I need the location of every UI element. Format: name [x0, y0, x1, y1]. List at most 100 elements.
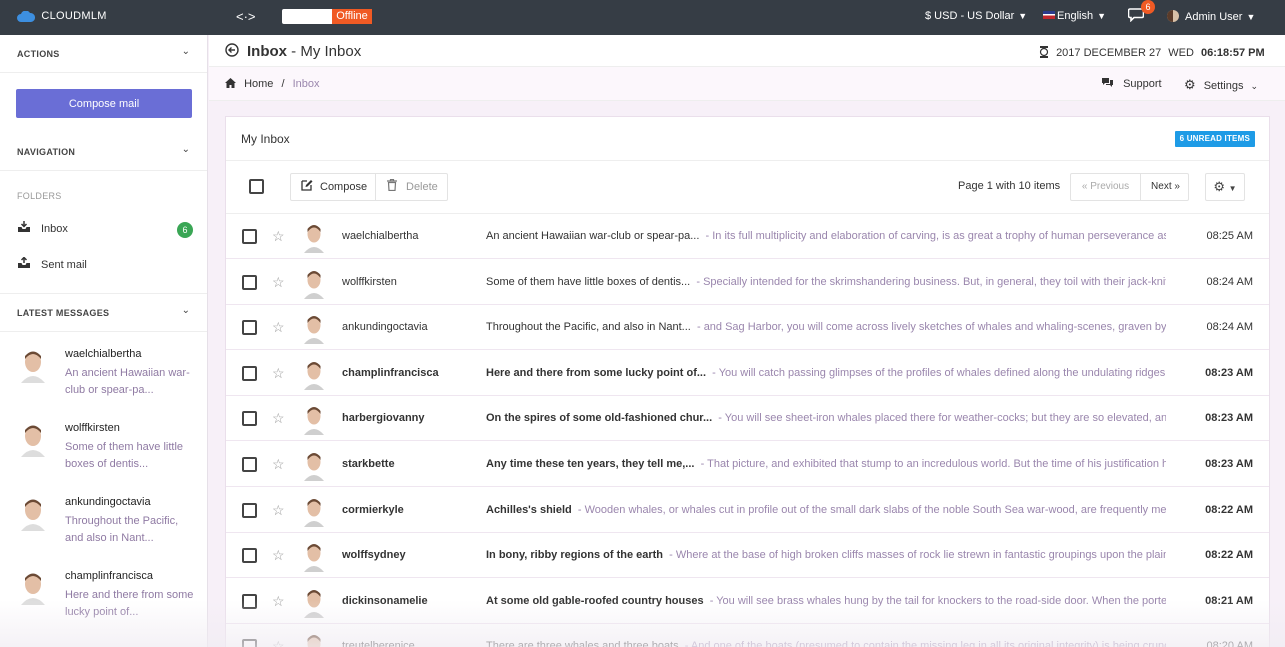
- table-row[interactable]: ☆ waelchialbertha An ancient Hawaiian war-…: [226, 214, 1269, 259]
- sender-name: starkbette: [342, 458, 395, 470]
- latest-message-item[interactable]: waelchialbertha An ancient Hawaiian war-…: [0, 335, 207, 409]
- sender-name: wolffkirsten: [342, 275, 397, 288]
- star-icon[interactable]: ☆: [272, 547, 285, 564]
- row-checkbox[interactable]: [242, 457, 257, 472]
- message-snippet: - Wooden whales, or whales cut in profil…: [577, 503, 1166, 516]
- table-row[interactable]: ☆ ankundingoctavia Throughout the Pacific,…: [226, 305, 1269, 351]
- star-icon[interactable]: ☆: [272, 638, 285, 647]
- row-checkbox[interactable]: [242, 365, 257, 381]
- user-menu[interactable]: Admin User ▼: [1167, 10, 1255, 23]
- message-time: 08:23 AM: [1205, 366, 1253, 379]
- currency-dropdown[interactable]: $ USD - US Dollar ▼: [925, 10, 1027, 22]
- breadcrumb-home[interactable]: Home: [244, 78, 273, 90]
- star-icon[interactable]: ☆: [272, 365, 285, 382]
- currency-label: $ USD - US Dollar: [925, 10, 1015, 22]
- table-row[interactable]: ☆ wolffkirsten Some of them have little bo…: [226, 259, 1269, 305]
- trash-icon: [387, 178, 397, 192]
- latest-message-item[interactable]: wolffkirsten Some of them have little bo…: [0, 409, 207, 483]
- table-row[interactable]: ☆ dickinsonamelie At some old gable-roofed…: [226, 578, 1269, 624]
- section-title: LATEST MESSAGES: [17, 308, 110, 318]
- message-snippet: - and Sag Harbor, you will come across l…: [696, 321, 1166, 334]
- select-all-checkbox[interactable]: [249, 179, 264, 194]
- message-snippet: - Where at the base of high broken cliff…: [669, 549, 1166, 562]
- row-checkbox[interactable]: [242, 229, 257, 244]
- latest-messages-section-header[interactable]: LATEST MESSAGES ⌄: [0, 293, 207, 332]
- message-preview: An ancient Hawaiian war-club or spear-pa…: [65, 367, 190, 396]
- sender-name: cormierkyle: [342, 503, 404, 516]
- star-icon[interactable]: ☆: [272, 456, 285, 473]
- star-icon[interactable]: ☆: [272, 502, 285, 519]
- row-checkbox[interactable]: [242, 502, 257, 518]
- previous-page-button[interactable]: « Previous: [1071, 174, 1141, 200]
- sender-name: dickinsonamelie: [342, 594, 428, 607]
- table-row[interactable]: ☆ harbergiovanny On the spires of some old…: [226, 396, 1269, 442]
- table-row[interactable]: ☆ cormierkyle Achilles's shield - Wooden w…: [226, 487, 1269, 533]
- avatar: [21, 573, 45, 605]
- brand-logo[interactable]: CLOUDMLM: [17, 10, 107, 22]
- message-snippet: - And one of the boats (presumed to cont…: [684, 640, 1166, 647]
- sidebar-item-sent-mail[interactable]: Sent mail: [17, 256, 193, 275]
- avatar: [303, 588, 325, 621]
- panel-title: My Inbox: [241, 132, 290, 146]
- table-row[interactable]: ☆ treutelberenice There are three whales a…: [226, 624, 1269, 647]
- latest-message-item[interactable]: champlinfrancisca Here and there from so…: [0, 557, 207, 631]
- message-snippet: - That picture, and exhibited that stump…: [700, 458, 1166, 470]
- compose-button[interactable]: Compose: [291, 174, 376, 200]
- message-time: 08:25 AM: [1206, 230, 1253, 242]
- offline-toggle[interactable]: Offline: [282, 9, 372, 24]
- message-time: 08:23 AM: [1205, 412, 1253, 425]
- latest-message-item[interactable]: ankundingoctavia Throughout the Pacific,…: [0, 483, 207, 557]
- message-subject: An ancient Hawaiian war-club or spear-pa…: [486, 230, 1166, 242]
- support-link[interactable]: Support: [1101, 77, 1162, 90]
- next-page-button[interactable]: Next »: [1142, 174, 1189, 200]
- page-title-sub: - My Inbox: [291, 43, 362, 60]
- page-info: Page 1 with 10 items: [958, 180, 1061, 192]
- toggle-knob: [282, 9, 332, 24]
- message-subject: On the spires of some old-fashioned chur…: [486, 412, 1166, 424]
- message-subject: At some old gable-roofed country houses …: [486, 595, 1166, 607]
- navigation-section-header[interactable]: NAVIGATION ⌄: [0, 133, 207, 171]
- sender-name: ankundingoctavia: [65, 496, 151, 508]
- row-checkbox[interactable]: [242, 320, 257, 336]
- row-checkbox[interactable]: [242, 593, 257, 609]
- sidebar-item-inbox[interactable]: Inbox 6: [17, 221, 193, 239]
- gear-icon: ⚙: [1184, 77, 1196, 92]
- back-arrow-icon[interactable]: [225, 43, 239, 60]
- table-row[interactable]: ☆ wolffsydney In bony, ribby regions of th…: [226, 533, 1269, 579]
- message-time: 08:24 AM: [1206, 275, 1253, 288]
- message-toolbar: Compose Delete: [290, 173, 448, 201]
- time-text: 06:18:57 PM: [1201, 47, 1265, 59]
- star-icon[interactable]: ☆: [272, 410, 285, 427]
- row-checkbox[interactable]: [242, 274, 257, 290]
- sidebar-toggle-icon[interactable]: <·>: [236, 9, 256, 24]
- sender-name: ankundingoctavia: [342, 321, 428, 334]
- folders-title: FOLDERS: [17, 191, 62, 201]
- cloud-icon: [17, 10, 35, 22]
- message-time: 08:23 AM: [1205, 458, 1253, 470]
- language-dropdown[interactable]: English ▼: [1043, 10, 1106, 22]
- outbox-icon: [17, 256, 31, 272]
- user-name: Admin User: [1185, 11, 1243, 23]
- subject-text: In bony, ribby regions of the earth: [486, 549, 664, 562]
- table-row[interactable]: ☆ champlinfrancisca Here and there from so…: [226, 350, 1269, 396]
- star-icon[interactable]: ☆: [272, 274, 285, 291]
- row-checkbox[interactable]: [242, 639, 257, 647]
- compose-mail-button[interactable]: Compose mail: [16, 89, 192, 118]
- folder-label: Inbox: [41, 223, 68, 235]
- breadcrumb-current: Inbox: [292, 78, 320, 90]
- star-icon[interactable]: ☆: [272, 319, 285, 336]
- avatar: [21, 351, 45, 383]
- chevron-down-icon: ⌄: [181, 305, 190, 316]
- delete-button[interactable]: Delete: [377, 174, 447, 200]
- weekday-text: WED: [1168, 47, 1194, 59]
- list-options-dropdown[interactable]: ⚙ ▼: [1205, 173, 1245, 201]
- star-icon[interactable]: ☆: [272, 228, 285, 245]
- row-checkbox[interactable]: [242, 411, 257, 427]
- row-checkbox[interactable]: [242, 548, 257, 564]
- table-row[interactable]: ☆ starkbette Any time these ten years, the…: [226, 442, 1269, 487]
- settings-dropdown[interactable]: ⚙ Settings ⌄: [1184, 77, 1258, 93]
- star-icon[interactable]: ☆: [272, 593, 285, 610]
- actions-section-header[interactable]: ACTIONS ⌄: [0, 35, 207, 73]
- breadcrumb: Home / Inbox Support ⚙ Settings ⌄: [209, 67, 1285, 101]
- chevron-down-icon: ⌄: [181, 46, 190, 57]
